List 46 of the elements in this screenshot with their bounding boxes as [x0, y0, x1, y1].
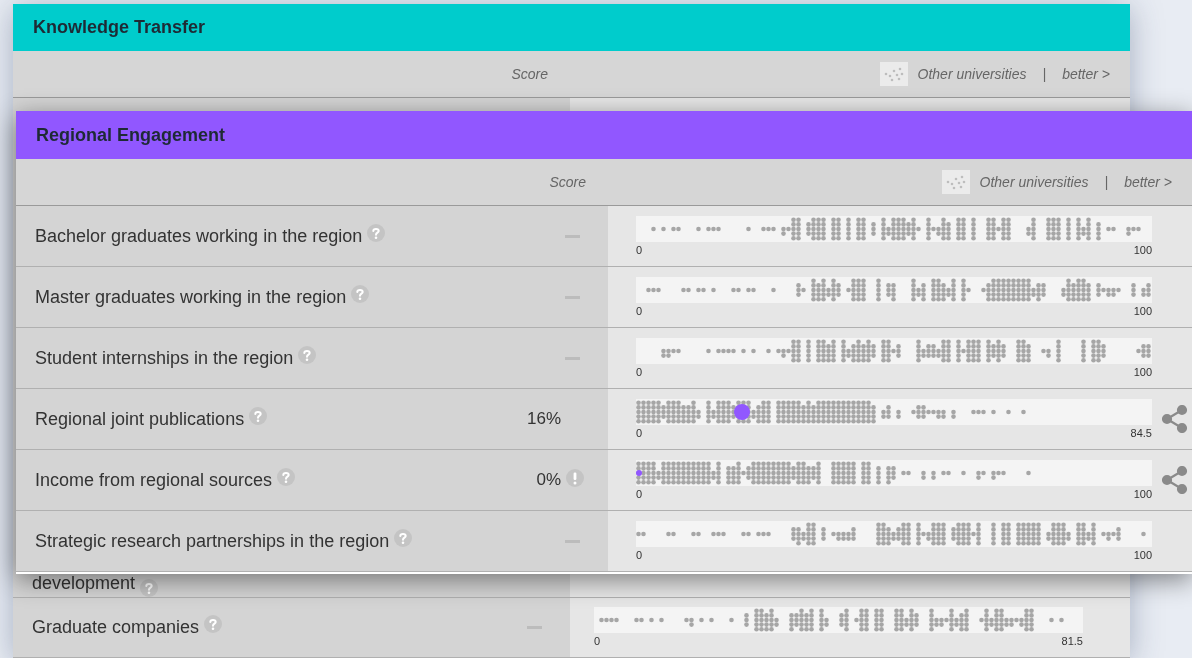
row-label: Regional joint publications — [35, 407, 245, 431]
axis-label: 0 — [636, 547, 643, 562]
card-header: Regional Engagement — [16, 111, 1192, 159]
help-icon[interactable] — [367, 224, 386, 242]
axis-label: 0 — [636, 425, 643, 440]
row-label: Bachelor graduates working in the region — [35, 224, 363, 248]
help-icon[interactable] — [394, 529, 413, 547]
legend-label: Other universities — [979, 172, 1089, 192]
row-label: Income from regional sources — [35, 468, 273, 492]
axis-label: 100 — [1133, 242, 1152, 257]
row-label: Student internships in the region — [35, 346, 294, 370]
axis-label: 100 — [1133, 547, 1152, 562]
axis-label: 100 — [1133, 364, 1152, 379]
share-icon[interactable] — [1162, 466, 1188, 494]
axis-label: 100 — [1133, 303, 1152, 318]
axis-label: 84.5 — [1130, 425, 1152, 440]
score-value: 16% — [526, 408, 561, 431]
card-header: Knowledge Transfer — [13, 4, 1130, 52]
separator-text: | — [1042, 64, 1047, 84]
score-heading: Score — [549, 172, 586, 192]
axis-label: 0 — [636, 486, 643, 501]
help-icon[interactable] — [140, 578, 159, 597]
share-icon[interactable] — [1162, 405, 1188, 433]
help-icon[interactable] — [298, 346, 317, 364]
better-link[interactable]: better > — [1062, 63, 1110, 85]
help-icon[interactable] — [351, 285, 370, 303]
score-value: 0% — [536, 469, 561, 492]
scatter-icon — [941, 170, 970, 194]
help-icon[interactable] — [204, 615, 223, 634]
scatter-icon — [879, 62, 908, 87]
row-label: Master graduates working in the region — [35, 285, 347, 309]
row-label: Strategic research partnerships in the region — [35, 529, 390, 553]
axis-label: 81.5 — [1061, 633, 1083, 648]
row-label: development — [32, 571, 136, 595]
score-heading: Score — [511, 64, 548, 84]
help-icon[interactable] — [277, 468, 296, 486]
axis-label: 0 — [636, 303, 643, 318]
axis-label: 0 — [636, 364, 643, 379]
better-link[interactable]: better > — [1124, 171, 1172, 193]
separator-text: | — [1104, 172, 1109, 192]
axis-label: 0 — [594, 633, 601, 648]
legend-label: Other universities — [917, 64, 1027, 84]
row-label: Graduate companies — [32, 615, 200, 639]
axis-label: 0 — [636, 242, 643, 257]
help-icon[interactable] — [249, 407, 268, 425]
axis-label: 100 — [1133, 486, 1152, 501]
